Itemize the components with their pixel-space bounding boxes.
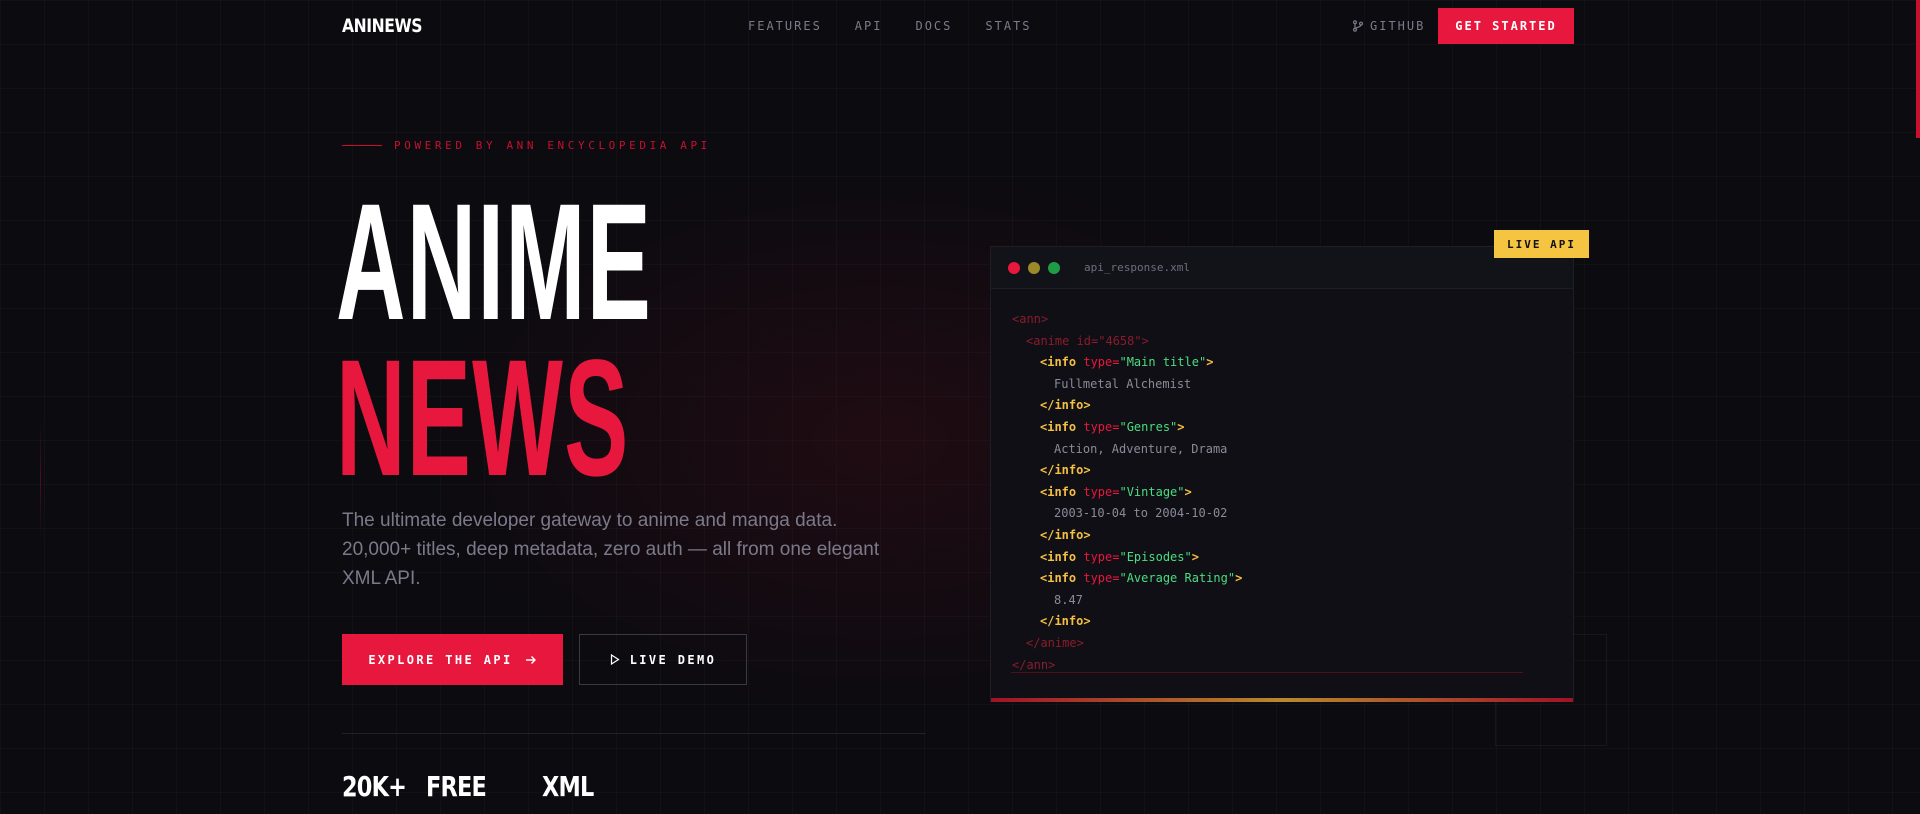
code-line: </info> (1012, 611, 1553, 633)
nav-link-stats[interactable]: STATS (985, 19, 1031, 33)
get-started-button[interactable]: GET STARTED (1438, 8, 1574, 44)
code-line: <ann> (1012, 309, 1553, 331)
hero-title-line-1: ANIME (336, 170, 653, 355)
hero-description: The ultimate developer gateway to anime … (342, 506, 882, 593)
eyebrow-text: POWERED BY ANN ENCYCLOPEDIA API (394, 139, 711, 152)
code-line: 2003-10-04 to 2004-10-02 (1012, 503, 1553, 525)
code-line: <info type="Vintage"> (1012, 482, 1553, 504)
code-string: "Genres" (1119, 419, 1178, 434)
code-tag: <info (1040, 484, 1084, 499)
code-tag: > (1184, 484, 1192, 499)
code-panel-accent-bar (991, 698, 1573, 702)
code-line: 8.47 (1012, 590, 1553, 612)
top-nav: ANINEWS FEATURES API DOCS STATS GITHUB G… (342, 0, 1574, 52)
code-tag: <info (1040, 571, 1084, 586)
code-tag: </info> (1040, 463, 1091, 478)
code-root-tag: </anime> (1026, 635, 1084, 650)
window-close-dot[interactable] (1008, 261, 1020, 274)
live-demo-label: LIVE DEMO (629, 652, 717, 667)
code-root-tag: <anime id="4658"> (1026, 333, 1149, 348)
play-icon (610, 654, 620, 665)
code-tag: </info> (1040, 614, 1091, 629)
eyebrow-line (342, 145, 382, 146)
live-api-badge: LIVE API (1494, 230, 1589, 258)
nav-link-docs[interactable]: DOCS (915, 19, 952, 33)
stat-titles: 20K+ (342, 770, 407, 803)
code-tag: </info> (1040, 398, 1091, 413)
code-panel-titlebar: api_response.xml (991, 247, 1573, 289)
code-string: "Average Rating" (1119, 571, 1236, 586)
code-tag: <info (1040, 419, 1084, 434)
code-tag: > (1177, 419, 1185, 434)
nav-link-api[interactable]: API (855, 19, 883, 33)
hero-description-line-2: 20,000+ titles, deep metadata, zero auth… (342, 539, 880, 560)
eyebrow: POWERED BY ANN ENCYCLOPEDIA API (342, 139, 711, 152)
stats-divider (342, 733, 926, 734)
code-body: <ann> <anime id="4658"> <info type="Main t… (1012, 309, 1553, 676)
code-tag: <info (1040, 355, 1084, 370)
stat-price: FREE (426, 770, 487, 803)
code-line: Action, Adventure, Drama (1012, 439, 1553, 461)
code-tag: > (1235, 571, 1243, 586)
code-attr: type= (1083, 571, 1120, 586)
code-tag: > (1206, 355, 1214, 370)
code-line: <info type="Average Rating"> (1012, 568, 1553, 590)
github-link[interactable]: GITHUB (1352, 0, 1425, 52)
git-branch-icon (1353, 20, 1363, 32)
code-tag: > (1191, 549, 1199, 564)
explore-api-button[interactable]: EXPLORE THE API (342, 634, 563, 685)
code-string: "Main title" (1119, 355, 1207, 370)
window-minimize-dot[interactable] (1028, 261, 1040, 274)
code-tag: <info (1040, 549, 1084, 564)
decorative-edge (40, 420, 41, 540)
code-attr: type= (1083, 355, 1120, 370)
code-root-tag: <ann> (1012, 312, 1049, 326)
hero-description-line-3: XML API. (342, 568, 421, 589)
code-panel: api_response.xml <ann> <anime id="4658"> <… (990, 246, 1574, 702)
code-attr: type= (1083, 549, 1120, 564)
code-filename: api_response.xml (1084, 261, 1190, 274)
live-demo-button[interactable]: LIVE DEMO (579, 634, 747, 685)
page-scrollbar-thumb[interactable] (1916, 0, 1920, 138)
code-line: <info type="Genres"> (1012, 417, 1553, 439)
arrow-right-icon (525, 655, 536, 664)
logo[interactable]: ANINEWS (342, 15, 423, 37)
code-text: 8.47 (1054, 592, 1083, 607)
code-string: "Episodes" (1119, 549, 1192, 564)
code-line: <info type="Main title"> (1012, 352, 1553, 374)
code-root-tag: </ann> (1012, 657, 1056, 672)
explore-api-label: EXPLORE THE API (368, 652, 513, 667)
code-attr: type= (1083, 419, 1120, 434)
code-string: "Vintage" (1119, 484, 1185, 499)
window-maximize-dot[interactable] (1048, 261, 1060, 274)
nav-links: FEATURES API DOCS STATS (748, 0, 1032, 52)
stat-format: XML (542, 770, 594, 803)
code-text: Fullmetal Alchemist (1054, 376, 1192, 391)
github-label: GITHUB (1370, 19, 1426, 33)
code-line: </anime> (1012, 633, 1553, 655)
code-line: </info> (1012, 395, 1553, 417)
code-text: Action, Adventure, Drama (1054, 441, 1228, 456)
code-line: Fullmetal Alchemist (1012, 374, 1553, 396)
code-line: <info type="Episodes"> (1012, 547, 1553, 569)
hero-title-line-2: NEWS (336, 326, 630, 511)
nav-link-features[interactable]: FEATURES (748, 19, 822, 33)
background-grid (0, 0, 1920, 814)
code-line: </info> (1012, 460, 1553, 482)
code-text: 2003-10-04 to 2004-10-02 (1054, 506, 1228, 521)
code-attr: type= (1083, 484, 1120, 499)
code-line: <anime id="4658"> (1012, 331, 1553, 353)
code-tag: </info> (1040, 527, 1091, 542)
code-scroll-indicator (1011, 672, 1523, 673)
code-line: </info> (1012, 525, 1553, 547)
hero-description-line-1: The ultimate developer gateway to anime … (342, 510, 838, 531)
